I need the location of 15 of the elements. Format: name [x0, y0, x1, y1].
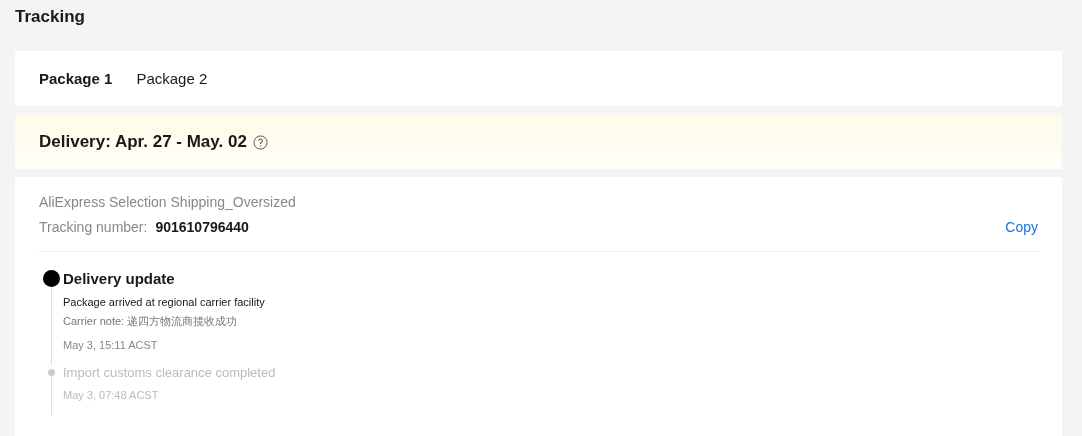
- shipping-method: AliExpress Selection Shipping_Oversized: [39, 194, 296, 210]
- package-tab[interactable]: Package 1: [39, 70, 113, 87]
- carrier-note: Carrier note: 递四方物流商揽收成功: [63, 314, 238, 329]
- event-title: Delivery update: [63, 269, 175, 289]
- help-icon[interactable]: [252, 134, 268, 150]
- page-title: Tracking: [15, 6, 85, 28]
- event-time: May 3, 15:11 ACST: [63, 339, 158, 351]
- event-time: May 3, 07:48 ACST: [63, 389, 159, 401]
- delivery-estimate: Delivery: Apr. 27 - May. 02: [39, 132, 247, 152]
- event-description: Package arrived at regional carrier facility: [63, 296, 265, 308]
- event-title: Import customs clearance completed: [63, 364, 276, 382]
- tracking-label: Tracking number:: [39, 219, 148, 235]
- package-tab[interactable]: Package 2: [136, 70, 208, 87]
- copy-link[interactable]: Copy: [1005, 219, 1038, 235]
- tracking-number: 901610796440: [155, 219, 249, 235]
